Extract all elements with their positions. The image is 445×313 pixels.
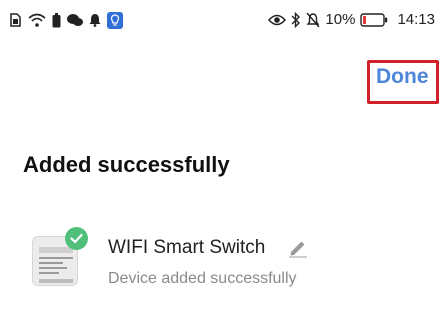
edit-pencil-icon[interactable] [287, 236, 309, 258]
battery-icon [360, 12, 388, 28]
status-bar-left-icons [8, 11, 123, 29]
battery-percent: 10% [325, 11, 356, 28]
bluetooth-icon [291, 11, 301, 28]
check-icon [65, 227, 88, 250]
device-list-item: WIFI Smart Switch Device added successfu… [30, 224, 430, 304]
mute-bell-icon [306, 12, 320, 28]
status-bar-right: 10% 14:13 [268, 11, 435, 28]
status-bar: 10% 14:13 [0, 0, 445, 44]
clock-time: 14:13 [397, 11, 435, 28]
chat-icon [67, 12, 83, 28]
battery-saver-icon [52, 12, 61, 28]
sim-card-icon [8, 12, 22, 28]
done-button[interactable]: Done [376, 65, 429, 89]
done-button-highlight: Done [367, 60, 439, 104]
eye-icon [268, 12, 287, 28]
device-name: WIFI Smart Switch [108, 237, 266, 258]
bulb-app-icon [107, 11, 123, 29]
wifi-icon [28, 12, 46, 28]
bell-icon [89, 12, 101, 28]
device-status-text: Device added successfully [108, 270, 297, 287]
page-title: Added successfully [23, 152, 230, 177]
